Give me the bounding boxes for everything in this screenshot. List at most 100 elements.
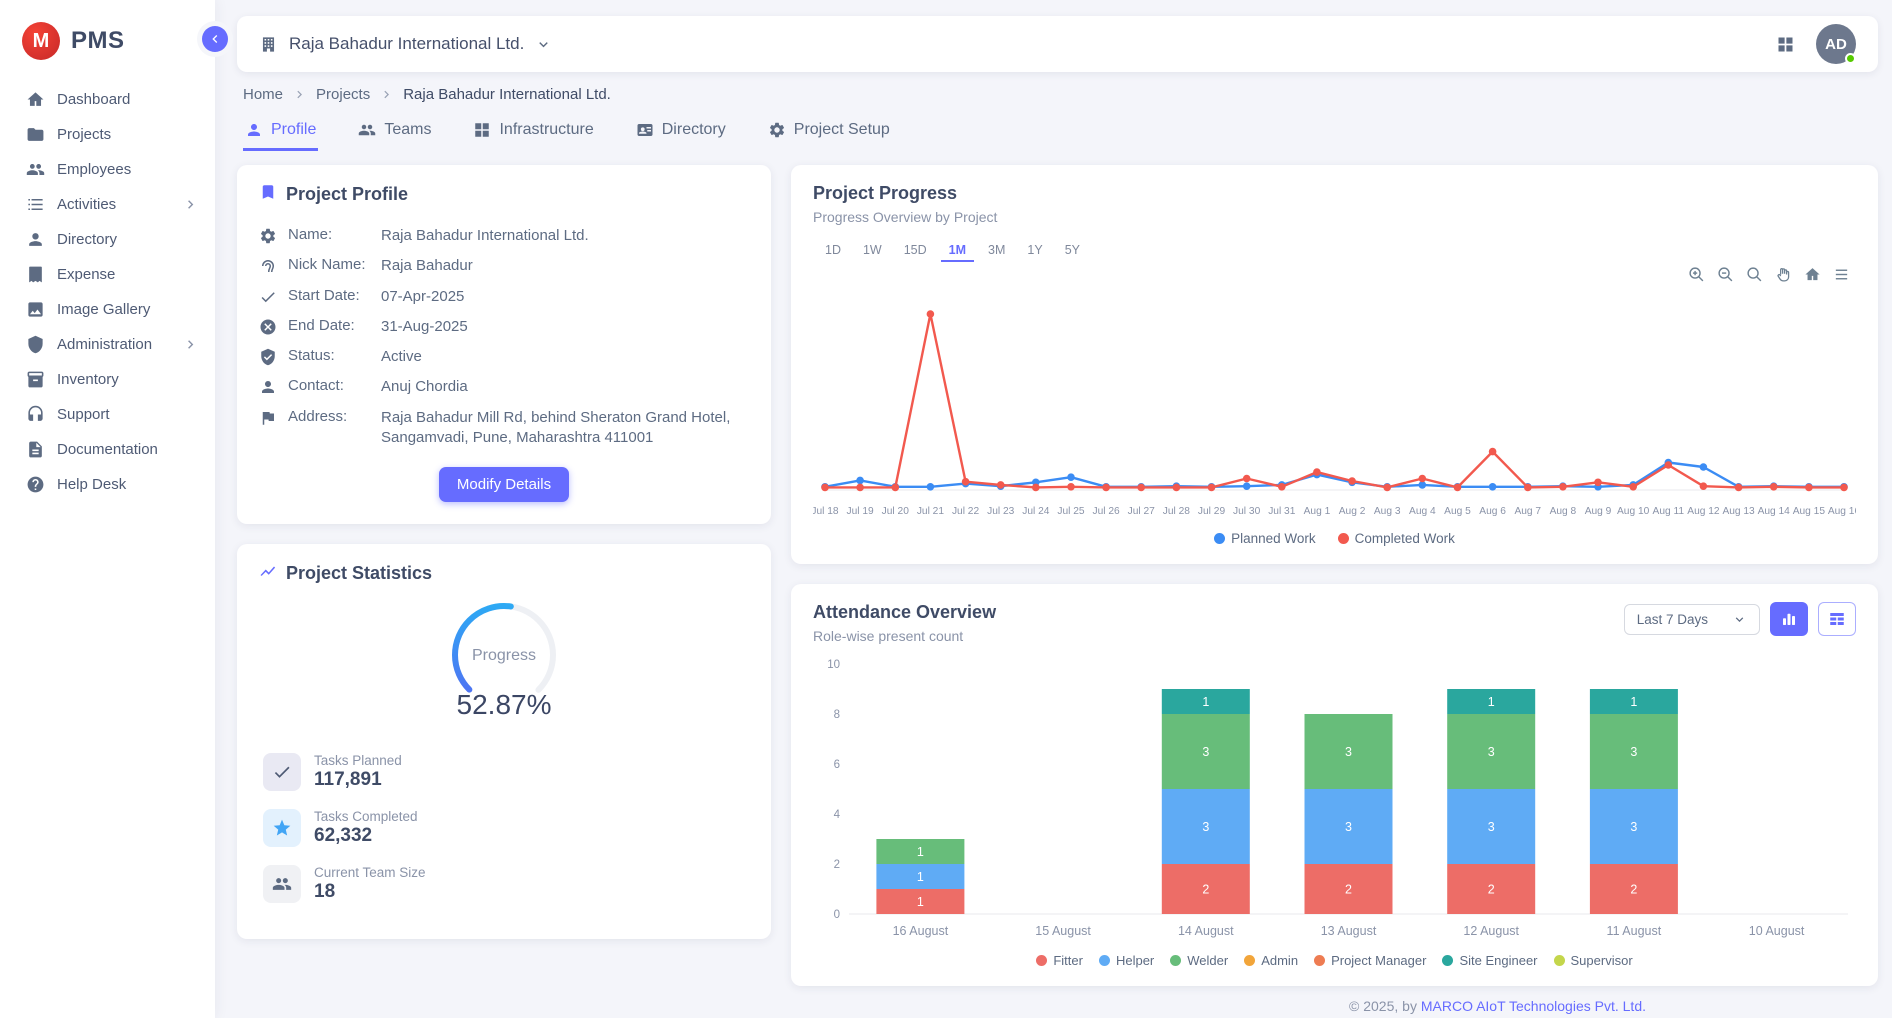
svg-text:14 August: 14 August [1178,924,1234,938]
legend-admin[interactable]: Admin [1244,953,1298,968]
profile-field-contact: Contact:Anuj Chordia [259,372,749,402]
employees-icon [26,160,45,179]
svg-text:13 August: 13 August [1321,924,1377,938]
svg-text:Aug 14: Aug 14 [1758,506,1791,517]
apps-grid-icon [1775,34,1796,55]
bar-chart-legend: Fitter Helper Welder Admin Project Manager Si… [813,953,1856,968]
chart-view-toggle[interactable] [1770,602,1808,636]
sidebar-item-dashboard[interactable]: Dashboard [0,82,215,117]
star-icon [272,818,292,838]
svg-text:Aug 2: Aug 2 [1339,506,1366,517]
sidebar-item-label: Directory [57,231,117,248]
legend-supervisor[interactable]: Supervisor [1554,953,1633,968]
breadcrumb-item-home[interactable]: Home [243,86,283,103]
svg-text:Jul 30: Jul 30 [1233,506,1261,517]
apps-grid-button[interactable] [1775,34,1796,55]
svg-text:1: 1 [917,895,924,909]
range-1m[interactable]: 1M [941,239,974,262]
range-1w[interactable]: 1W [855,239,890,262]
brand[interactable]: M PMS [0,0,215,68]
inventory-icon [26,370,45,389]
sidebar-item-activities[interactable]: Activities [0,187,215,222]
chevron-down-icon [1732,612,1747,627]
grid-icon [473,121,491,139]
right-column: Project Progress Progress Overview by Pr… [791,165,1878,986]
svg-text:Jul 31: Jul 31 [1268,506,1296,517]
svg-text:Jul 23: Jul 23 [987,506,1015,517]
chevron-left-icon [207,31,223,47]
online-status-dot [1845,53,1856,64]
profile-field-name: Name:Raja Bahadur International Ltd. [259,221,749,251]
svg-text:3: 3 [1630,745,1637,759]
sidebar-item-image-gallery[interactable]: Image Gallery [0,292,215,327]
modify-details-button[interactable]: Modify Details [439,467,569,502]
tab-project-setup[interactable]: Project Setup [766,109,892,151]
range-3m[interactable]: 3M [980,239,1013,262]
gear-icon [768,121,786,139]
check-icon [272,762,292,782]
card-icon [636,121,654,139]
zoom-in-icon[interactable] [1688,266,1705,283]
menu-icon[interactable] [1833,266,1850,283]
progress-line-chart[interactable]: Jul 18Jul 19Jul 20Jul 21Jul 22Jul 23Jul … [813,284,1856,524]
range-5y[interactable]: 5Y [1057,239,1088,262]
image-gallery-icon [26,300,45,319]
check-icon [259,288,277,306]
zoom-out-icon[interactable] [1717,266,1734,283]
legend-helper[interactable]: Helper [1099,953,1154,968]
legend-planned-work[interactable]: Planned Work [1214,531,1316,546]
legend-fitter[interactable]: Fitter [1036,953,1083,968]
tab-infrastructure[interactable]: Infrastructure [471,109,595,151]
footer-link[interactable]: MARCO AIoT Technologies Pvt. Ltd. [1421,998,1646,1014]
attendance-controls: Last 7 Days [1624,602,1856,636]
range-1y[interactable]: 1Y [1019,239,1050,262]
sidebar-item-expense[interactable]: Expense [0,257,215,292]
sidebar-item-inventory[interactable]: Inventory [0,362,215,397]
documentation-icon [26,440,45,459]
days-filter-select[interactable]: Last 7 Days [1624,604,1760,635]
svg-text:2: 2 [1630,883,1637,897]
svg-text:Aug 9: Aug 9 [1585,506,1612,517]
sidebar-collapse-button[interactable] [202,26,228,52]
legend-project-manager[interactable]: Project Manager [1314,953,1426,968]
avatar[interactable]: AD [1816,24,1856,64]
tab-teams[interactable]: Teams [356,109,433,151]
range-15d[interactable]: 15D [896,239,935,262]
range-1d[interactable]: 1D [817,239,849,262]
home-icon[interactable] [1804,266,1821,283]
svg-text:Jul 28: Jul 28 [1163,506,1191,517]
legend-completed-work[interactable]: Completed Work [1338,531,1455,546]
svg-text:4: 4 [834,809,841,821]
profile-field-nick-name: Nick Name:Raja Bahadur [259,251,749,281]
svg-text:3: 3 [1202,820,1209,834]
sidebar-item-projects[interactable]: Projects [0,117,215,152]
sidebar-item-label: Activities [57,196,116,213]
sidebar-item-help-desk[interactable]: Help Desk [0,467,215,502]
project-statistics-card: Project Statistics Progress 52.87% Tasks… [237,544,771,939]
svg-text:1: 1 [917,845,924,859]
svg-text:11 August: 11 August [1607,924,1662,938]
svg-text:Aug 12: Aug 12 [1687,506,1720,517]
project-progress-subtitle: Progress Overview by Project [813,209,1856,225]
selection-zoom-icon[interactable] [1746,266,1763,283]
breadcrumb-item-projects[interactable]: Projects [316,86,370,103]
company-selector[interactable]: Raja Bahadur International Ltd. [259,34,552,54]
sidebar-item-documentation[interactable]: Documentation [0,432,215,467]
sidebar-item-administration[interactable]: Administration [0,327,215,362]
sidebar-item-employees[interactable]: Employees [0,152,215,187]
table-view-toggle[interactable] [1818,602,1856,636]
svg-text:Aug 10: Aug 10 [1617,506,1650,517]
sidebar-item-directory[interactable]: Directory [0,222,215,257]
attendance-bar-chart[interactable]: 024681011116 August15 August233114 Augus… [813,652,1856,944]
chevron-right-icon [182,196,199,213]
legend-site-engineer[interactable]: Site Engineer [1442,953,1537,968]
sidebar-item-support[interactable]: Support [0,397,215,432]
tab-directory[interactable]: Directory [634,109,728,151]
svg-text:Aug 8: Aug 8 [1550,506,1577,517]
pan-icon[interactable] [1775,266,1792,283]
progress-gauge-wrap: Progress 52.87% [259,597,749,723]
tab-profile[interactable]: Profile [243,109,318,151]
line-chart-mount: Jul 18Jul 19Jul 20Jul 21Jul 22Jul 23Jul … [813,284,1856,529]
svg-text:Jul 27: Jul 27 [1128,506,1156,517]
legend-welder[interactable]: Welder [1170,953,1228,968]
